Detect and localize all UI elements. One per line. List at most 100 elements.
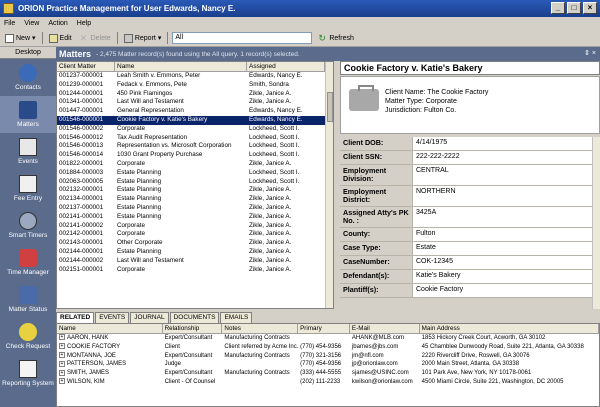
tab-related[interactable]: RELATED	[56, 312, 95, 323]
column-main-address[interactable]: Main Address	[420, 324, 599, 333]
detail-field-value[interactable]: Estate	[412, 242, 600, 255]
tab-documents[interactable]: DOCUMENTS	[169, 312, 220, 323]
column-client-matter[interactable]: Client Matter	[57, 62, 115, 71]
matter-row[interactable]: 001447-000001 General Representation Edwar…	[57, 107, 333, 116]
matter-row[interactable]: 001546-000013 Representation vs. Microsof…	[57, 142, 333, 151]
matter-name: Corporate	[117, 265, 146, 273]
menu-action[interactable]: Action	[48, 20, 67, 27]
matter-client-number: 002063-000005	[59, 177, 104, 185]
matter-row[interactable]: 002137-000001 Estate Planning Zikle, Janic…	[57, 204, 333, 213]
expand-row-icon[interactable]: +	[59, 334, 65, 341]
matter-row[interactable]: 001884-000003 Estate Planning Lockheed, Sc…	[57, 169, 333, 178]
delete-button[interactable]: ✕ Delete	[78, 31, 113, 45]
column-assigned[interactable]: Assigned	[247, 62, 325, 71]
sidebar-item-reporting-system[interactable]: Reporting System	[0, 355, 56, 392]
matter-assigned: Edwards, Nancy E.	[249, 107, 303, 115]
matter-assigned: Lockheed, Scott I.	[249, 177, 300, 185]
detail-field-value[interactable]: 4/14/1975	[412, 137, 600, 150]
sidebar-item-matters[interactable]: Matters	[0, 96, 56, 133]
matter-row[interactable]: 001822-000001 Corporate Zikle, Janice A.	[57, 160, 333, 169]
edit-button[interactable]: Edit	[47, 31, 74, 45]
detail-field-value[interactable]: NORTHERN	[412, 186, 600, 206]
matter-row[interactable]: 002144-000002 Last Will and Testament Zikl…	[57, 257, 333, 266]
detail-field-value[interactable]: COK-12345	[412, 256, 600, 269]
column-name[interactable]: Name	[115, 62, 247, 71]
related-row[interactable]: + WILSON, KIM Client - Of Counsel (202) 111…	[57, 378, 599, 387]
menu-file[interactable]: File	[4, 20, 15, 27]
matter-client-number: 002132-000001	[59, 186, 104, 194]
column-related-name[interactable]: Name	[57, 324, 163, 333]
column-notes[interactable]: Notes	[222, 324, 299, 333]
related-notes	[222, 360, 298, 369]
sidebar-item-time-manager[interactable]: Time Manager	[0, 244, 56, 281]
menu-help[interactable]: Help	[77, 20, 91, 27]
related-row[interactable]: + PATTERSON, JAMES Judge (770) 454-9356 jp@o…	[57, 360, 599, 369]
matters-scrollbar[interactable]	[325, 62, 333, 308]
expand-row-icon[interactable]: +	[59, 343, 65, 350]
sidebar-item-check-request[interactable]: Check Request	[0, 318, 56, 355]
matter-row[interactable]: 002132-000001 Estate Planning Zikle, Janic…	[57, 186, 333, 195]
sidebar-item-contacts[interactable]: Contacts	[0, 59, 56, 96]
detail-scrollbar[interactable]	[592, 137, 600, 309]
column-primary[interactable]: Primary	[298, 324, 350, 333]
column-email[interactable]: E-Mail	[350, 324, 420, 333]
related-row[interactable]: + SMITH, JAMES Expert/Consultant Manufactur…	[57, 369, 599, 378]
new-button[interactable]: New ▾	[3, 31, 38, 45]
menu-view[interactable]: View	[24, 20, 39, 27]
column-relationship[interactable]: Relationship	[163, 324, 223, 333]
expand-row-icon[interactable]: +	[59, 352, 65, 359]
expand-row-icon[interactable]: +	[59, 369, 65, 376]
matter-row[interactable]: 001237-000001 Leah Smith v. Emmons, Peter…	[57, 72, 333, 81]
matter-row[interactable]: 002141-000001 Estate Planning Zikle, Janic…	[57, 213, 333, 222]
report-button[interactable]: Report ▾	[122, 31, 164, 45]
detail-field-value[interactable]: Katie's Bakery	[412, 270, 600, 283]
related-row[interactable]: + MONTANNA, JOE Expert/Consultant Manufactu…	[57, 352, 599, 361]
matter-name: 450 Pink Flamingos	[117, 89, 173, 97]
matter-row[interactable]: 001239-000001 Fedack v. Emmons, Pete Smith…	[57, 81, 333, 90]
sidebar-item-fee-entry[interactable]: Fee Entry	[0, 170, 56, 207]
matter-row[interactable]: 001546-000012 Tax Audit Representation Loc…	[57, 134, 333, 143]
related-row[interactable]: + AARON, HANK Expert/Consultant Manufacturi…	[57, 334, 599, 343]
sidebar-item-smart-timers[interactable]: Smart Timers	[0, 207, 56, 244]
detail-field-value[interactable]: CENTRAL	[412, 165, 600, 185]
matter-row[interactable]: 001244-000001 450 Pink Flamingos Zikle, Ja…	[57, 90, 333, 99]
detail-field-label: Employment Division:	[343, 166, 387, 183]
close-button[interactable]: ×	[583, 2, 597, 14]
tab-journal[interactable]: JOURNAL	[130, 312, 169, 323]
detail-field-value[interactable]: 3425A	[412, 207, 600, 227]
matter-row[interactable]: 001546-000002 Corporate Lockheed, Scott I.	[57, 125, 333, 134]
matter-row[interactable]: 002144-000001 Estate Planning Zikle, Janic…	[57, 248, 333, 257]
related-address: 2220 Rivercliff Drive, Roswell, GA 30076	[421, 352, 530, 359]
related-notes: Client referred by Acme Inc.	[224, 343, 299, 350]
sidebar-item-events[interactable]: Events	[0, 133, 56, 170]
matter-row[interactable]: 002063-000005 Estate Planning Lockheed, Sc…	[57, 178, 333, 187]
matter-row[interactable]: 002151-000001 Corporate Zikle, Janice A.	[57, 266, 333, 275]
related-row[interactable]: + COOKIE FACTORY Client Client referred by …	[57, 343, 599, 352]
detail-field-value[interactable]: 222-222-2222	[412, 151, 600, 164]
query-filter-select[interactable]: All	[172, 32, 313, 44]
expand-row-icon[interactable]: +	[59, 360, 65, 367]
matter-name: Last Will and Testament	[117, 98, 184, 106]
sidebar-item-matter-status[interactable]: Matter Status	[0, 281, 56, 318]
refresh-button[interactable]: ↻ Refresh	[316, 31, 356, 45]
tab-events[interactable]: EVENTS	[95, 312, 130, 323]
matter-row[interactable]: 002143-000001 Other Corporate Zikle, Janic…	[57, 239, 333, 248]
detail-field-value[interactable]: Cookie Factory	[412, 284, 600, 297]
matter-client-number: 001546-000001	[59, 115, 104, 123]
matter-row[interactable]: 002142-000001 Corporate Zikle, Janice A.	[57, 230, 333, 239]
detail-field-value[interactable]: Fulton	[412, 228, 600, 241]
matter-row[interactable]: 002141-000002 Corporate Zikle, Janice A.	[57, 222, 333, 231]
matter-assigned: Lockheed, Scott I.	[249, 168, 300, 176]
matter-row[interactable]: 001546-000014 1030 Grant Property Purchas…	[57, 151, 333, 160]
related-relationship: Expert/Consultant	[164, 335, 213, 341]
matter-row[interactable]: 002134-000001 Estate Planning Zikle, Janic…	[57, 195, 333, 204]
expand-row-icon[interactable]: +	[59, 378, 65, 385]
detail-field-label: County:	[343, 229, 371, 238]
pane-options-icon[interactable]: ⇕ ×	[584, 49, 596, 57]
tab-emails[interactable]: EMAILS	[220, 312, 253, 323]
minimize-button[interactable]: _	[551, 2, 565, 14]
matter-row[interactable]: 001341-000001 Last Will and Testament Zikl…	[57, 98, 333, 107]
maximize-button[interactable]: □	[567, 2, 581, 14]
title-bar: ORION Practice Management for User Edwar…	[0, 0, 600, 17]
matter-row[interactable]: 001546-000001 Cookie Factory v. Katie's B…	[57, 115, 333, 125]
